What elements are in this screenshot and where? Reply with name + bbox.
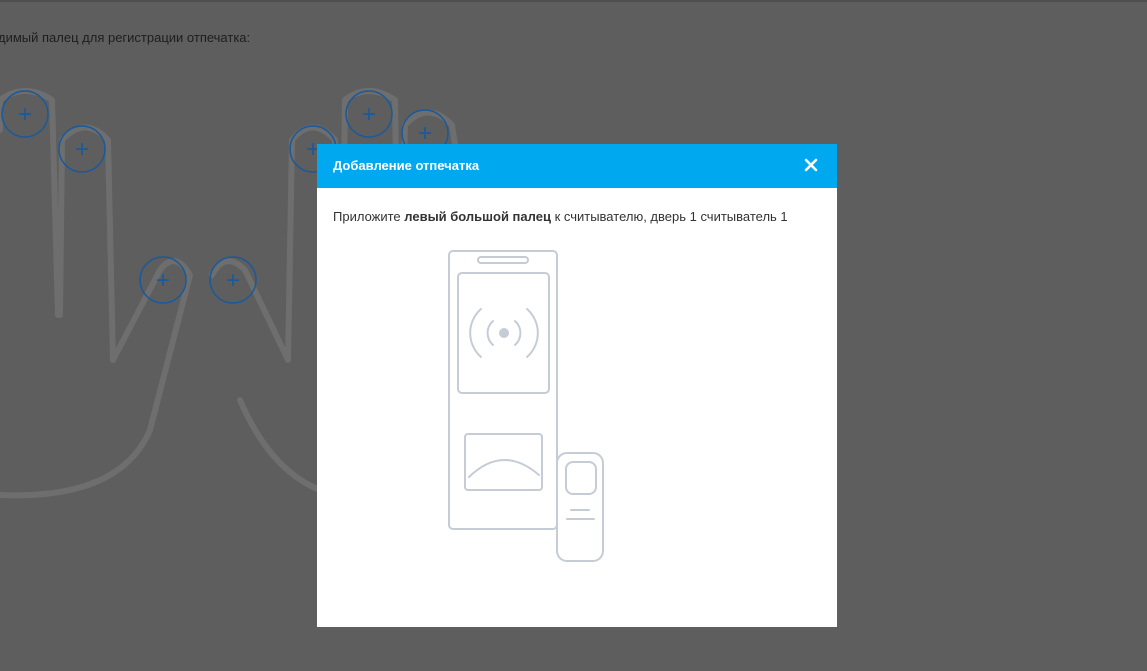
dialog-header: Добавление отпечатка: [317, 144, 837, 188]
message-prefix: Приложите: [333, 209, 405, 224]
fingerprint-sensor: [464, 433, 543, 491]
sensor-arc: [468, 459, 540, 478]
dialog-title: Добавление отпечатка: [333, 158, 480, 173]
add-finger-icon[interactable]: +: [18, 101, 32, 128]
rfid-wave-left-inner: [486, 320, 494, 346]
add-finger-icon[interactable]: +: [362, 101, 376, 128]
rfid-wave-right-outer: [526, 308, 539, 358]
add-fingerprint-dialog: Добавление отпечатка Приложите левый бол…: [317, 144, 837, 627]
dialog-message: Приложите левый большой палец к считыват…: [333, 209, 788, 224]
reader-slot: [477, 256, 529, 264]
close-icon[interactable]: [803, 157, 819, 173]
message-suffix: к считывателю, дверь 1 считыватель 1: [550, 209, 788, 224]
rfid-wave-left-outer: [469, 308, 482, 358]
add-finger-icon[interactable]: +: [226, 267, 240, 294]
add-finger-icon[interactable]: +: [156, 267, 170, 294]
rfid-dot: [499, 328, 509, 338]
small-reader-window: [565, 461, 597, 495]
add-finger-icon[interactable]: +: [75, 136, 89, 163]
reader-illustration: [448, 250, 604, 562]
rfid-wave-right-inner: [514, 320, 522, 346]
message-finger: левый большой палец: [404, 209, 551, 224]
add-finger-icon[interactable]: +: [418, 120, 432, 147]
